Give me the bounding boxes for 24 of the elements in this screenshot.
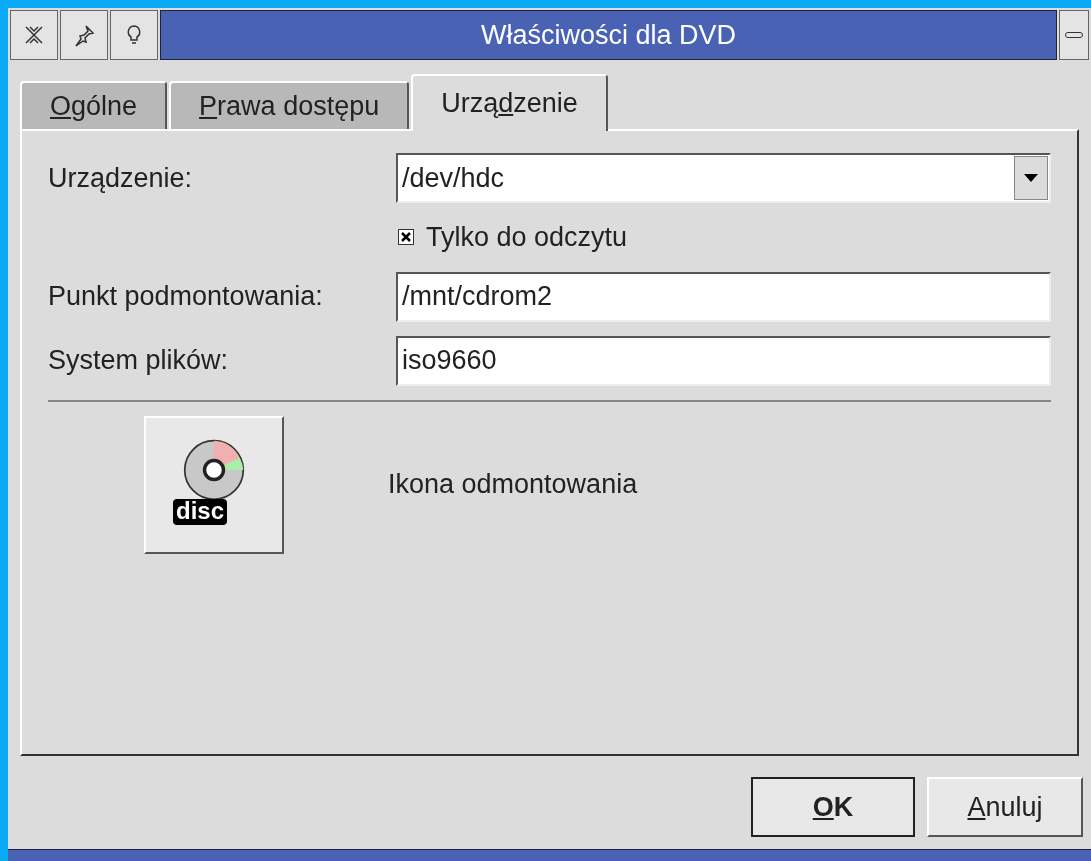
pin-icon[interactable] [60, 10, 108, 60]
field-label: Urządzenie: [48, 161, 194, 195]
icon-label: disc [173, 498, 228, 525]
field-label: System plików: [48, 344, 230, 378]
cancel-button[interactable]: Anuluj [927, 777, 1083, 837]
minimize-icon[interactable] [1059, 10, 1089, 60]
checkbox-label: Tylko do odczytu [426, 221, 628, 254]
combo-box[interactable]: /dev/hdc [396, 153, 1051, 203]
checkbox[interactable] [398, 229, 414, 246]
check-icon [401, 232, 411, 243]
input-field[interactable]: iso9660 [396, 335, 1051, 386]
dropdown-arrow-icon [1024, 174, 1038, 182]
icon-button[interactable]: disc [144, 415, 284, 554]
tab[interactable]: Prawa dostępu [169, 81, 410, 129]
icon-caption: Ikona odmontowania [388, 468, 638, 502]
input-field[interactable]: /mnt/cdrom2 [396, 271, 1051, 322]
tab[interactable]: Ogólne [20, 81, 168, 129]
close-icon[interactable] [10, 10, 58, 60]
lightbulb-icon[interactable] [110, 10, 158, 60]
disc-icon [183, 438, 245, 501]
tab[interactable]: Urządzenie [411, 74, 608, 131]
ok-button[interactable]: OK [751, 777, 915, 837]
window-title: Właściwości dla DVD [160, 10, 1057, 60]
field-label: Punkt podmontowania: [48, 280, 324, 314]
